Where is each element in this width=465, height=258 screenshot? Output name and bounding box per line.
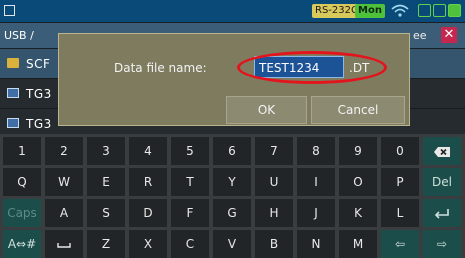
key-r[interactable]: R bbox=[129, 168, 167, 196]
status-icon bbox=[448, 4, 461, 17]
key-3[interactable]: 3 bbox=[87, 137, 125, 165]
data-file-icon bbox=[7, 118, 19, 128]
data-file-icon bbox=[7, 88, 19, 98]
key-z[interactable]: Z bbox=[87, 230, 125, 258]
key-7[interactable]: 7 bbox=[255, 137, 293, 165]
key-y[interactable]: Y bbox=[213, 168, 251, 196]
status-icon bbox=[433, 4, 446, 17]
key-t[interactable]: T bbox=[171, 168, 209, 196]
file-name: SCF bbox=[26, 57, 51, 71]
key-f[interactable]: F bbox=[171, 199, 209, 227]
cancel-button[interactable]: Cancel bbox=[311, 96, 405, 124]
key-4[interactable]: 4 bbox=[129, 137, 167, 165]
space-key[interactable] bbox=[45, 230, 83, 258]
key-a[interactable]: A bbox=[45, 199, 83, 227]
key-q[interactable]: Q bbox=[3, 168, 41, 196]
key-h[interactable]: H bbox=[255, 199, 293, 227]
key-2[interactable]: 2 bbox=[45, 137, 83, 165]
key-c[interactable]: C bbox=[171, 230, 209, 258]
key-g[interactable]: G bbox=[213, 199, 251, 227]
ok-button[interactable]: OK bbox=[226, 96, 307, 124]
folder-icon bbox=[7, 58, 19, 68]
key-9[interactable]: 9 bbox=[339, 137, 377, 165]
key-o[interactable]: O bbox=[339, 168, 377, 196]
caps-key[interactable]: Caps bbox=[3, 199, 41, 227]
enter-key[interactable] bbox=[423, 199, 461, 227]
key-w[interactable]: W bbox=[45, 168, 83, 196]
key-5[interactable]: 5 bbox=[171, 137, 209, 165]
key-i[interactable]: I bbox=[297, 168, 335, 196]
backspace-icon bbox=[433, 144, 451, 158]
delete-key[interactable]: Del bbox=[423, 168, 461, 196]
enter-icon bbox=[434, 206, 450, 220]
key-6[interactable]: 6 bbox=[213, 137, 251, 165]
key-j[interactable]: J bbox=[297, 199, 335, 227]
key-x[interactable]: X bbox=[129, 230, 167, 258]
space-icon bbox=[57, 237, 71, 251]
file-name: TG3 bbox=[26, 87, 52, 101]
rs232c-badge: RS-232C bbox=[312, 4, 361, 18]
key-k[interactable]: K bbox=[339, 199, 377, 227]
key-8[interactable]: 8 bbox=[297, 137, 335, 165]
status-bar: RS-232C Mon bbox=[0, 0, 465, 22]
close-icon[interactable]: ✕ bbox=[441, 27, 457, 43]
key-p[interactable]: P bbox=[381, 168, 419, 196]
key-n[interactable]: N bbox=[297, 230, 335, 258]
key-l[interactable]: L bbox=[381, 199, 419, 227]
key-e[interactable]: E bbox=[87, 168, 125, 196]
mode-switch-key[interactable]: A⇔# bbox=[3, 230, 41, 258]
on-screen-keyboard: 1 2 3 4 5 6 7 8 9 0 Q W E R T Y U I O P Del Caps A S D F G H J K L A⇔# Z… bbox=[0, 134, 465, 258]
key-u[interactable]: U bbox=[255, 168, 293, 196]
key-s[interactable]: S bbox=[87, 199, 125, 227]
key-d[interactable]: D bbox=[129, 199, 167, 227]
key-b[interactable]: B bbox=[255, 230, 293, 258]
key-0[interactable]: 0 bbox=[381, 137, 419, 165]
mon-badge: Mon bbox=[355, 4, 385, 18]
wifi-icon bbox=[391, 4, 409, 17]
menu-square-icon[interactable] bbox=[4, 5, 15, 16]
key-v[interactable]: V bbox=[213, 230, 251, 258]
file-name: TG3 bbox=[26, 117, 52, 131]
status-icon bbox=[418, 4, 431, 17]
highlight-ellipse bbox=[237, 51, 387, 84]
cursor-right-key[interactable]: ⇨ bbox=[423, 230, 461, 258]
backspace-key[interactable] bbox=[423, 137, 461, 165]
cursor-left-key[interactable]: ⇦ bbox=[381, 230, 419, 258]
key-m[interactable]: M bbox=[339, 230, 377, 258]
key-1[interactable]: 1 bbox=[3, 137, 41, 165]
path-breadcrumb[interactable]: USB / bbox=[4, 29, 34, 42]
data-file-name-label: Data file name: bbox=[114, 61, 207, 75]
file-name-dialog: Data file name: TEST1234 .DT OK Cancel bbox=[58, 33, 410, 126]
path-tail-text: ee bbox=[413, 29, 427, 42]
screen: RS-232C Mon USB / ee ✕ SCF TG3 TG3 Data … bbox=[0, 0, 465, 258]
